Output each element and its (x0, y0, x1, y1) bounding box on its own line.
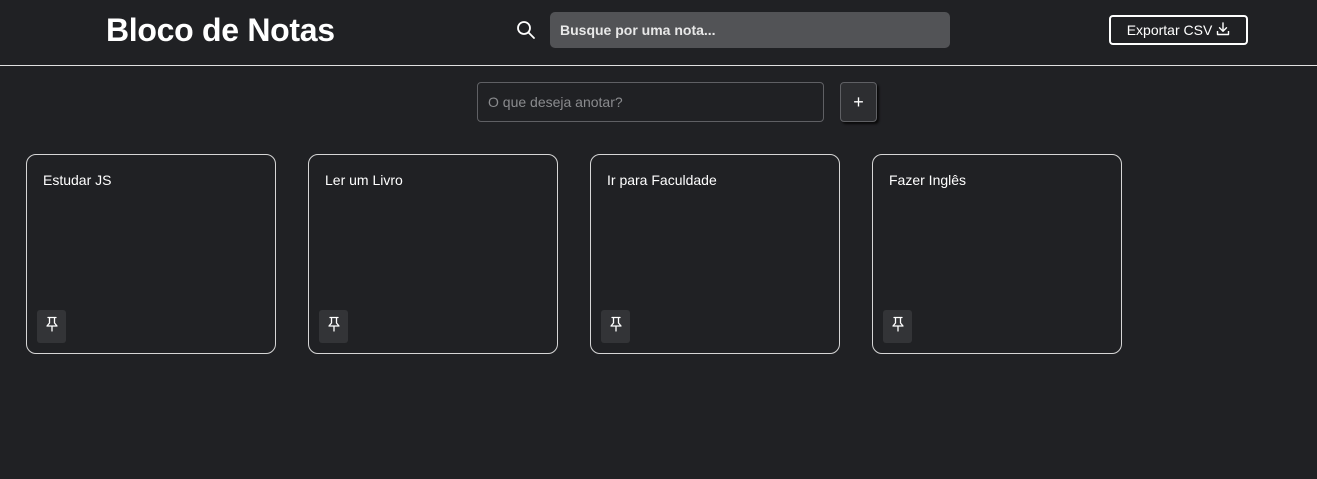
note-card[interactable]: Estudar JS (26, 154, 276, 354)
search-input[interactable] (550, 12, 950, 48)
pin-button[interactable] (319, 310, 348, 343)
note-card[interactable]: Ir para Faculdade (590, 154, 840, 354)
note-card[interactable]: Ler um Livro (308, 154, 558, 354)
note-text[interactable]: Ler um Livro (325, 172, 403, 188)
pin-button[interactable] (601, 310, 630, 343)
download-icon (1216, 21, 1230, 39)
note-text[interactable]: Fazer Inglês (889, 172, 966, 188)
pin-icon (326, 316, 342, 337)
search-icon[interactable] (516, 20, 536, 40)
pin-button[interactable] (883, 310, 912, 343)
note-card[interactable]: Fazer Inglês (872, 154, 1122, 354)
export-csv-button[interactable]: Exportar CSV (1109, 15, 1248, 45)
note-text[interactable]: Ir para Faculdade (607, 172, 717, 188)
pin-icon (44, 316, 60, 337)
pin-icon (890, 316, 906, 337)
header: Bloco de Notas Exportar CSV (0, 0, 1317, 66)
pin-icon (608, 316, 624, 337)
export-csv-label: Exportar CSV (1126, 22, 1213, 38)
note-text[interactable]: Estudar JS (43, 172, 111, 188)
pin-button[interactable] (37, 310, 66, 343)
new-note-input[interactable] (477, 82, 824, 122)
app-title: Bloco de Notas (106, 12, 335, 48)
add-note-button[interactable]: + (840, 82, 877, 122)
